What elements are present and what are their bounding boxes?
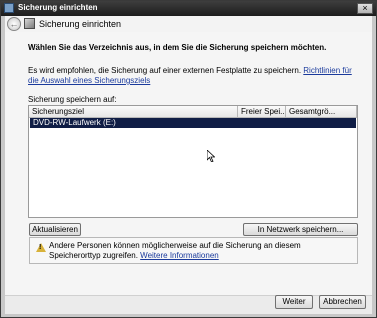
list-label: Sicherung speichern auf: bbox=[28, 95, 117, 104]
cancel-button[interactable]: Abbrechen bbox=[319, 295, 366, 309]
page-heading: Wählen Sie das Verzeichnis aus, in dem S… bbox=[28, 43, 327, 52]
close-button[interactable]: × bbox=[357, 3, 373, 14]
window-title: Sicherung einrichten bbox=[18, 3, 98, 12]
column-header-destination[interactable]: Sicherungsziel bbox=[29, 106, 238, 118]
mouse-cursor-icon bbox=[207, 150, 215, 162]
backup-icon bbox=[24, 18, 35, 29]
app-icon bbox=[4, 3, 14, 13]
wizard-footer bbox=[5, 295, 372, 314]
wizard-window: Sicherung einrichten × ← Sicherung einri… bbox=[0, 0, 377, 318]
intro-text: Es wird empfohlen, die Sicherung auf ein… bbox=[28, 66, 302, 75]
warning-box: ! Andere Personen können möglicherweise … bbox=[29, 237, 358, 264]
destination-list[interactable]: Sicherungsziel Freier Spei... Gesamtgrö.… bbox=[28, 105, 358, 218]
warning-paragraph: Andere Personen können möglicherweise au… bbox=[49, 241, 349, 261]
more-info-link[interactable]: Weitere Informationen bbox=[140, 251, 219, 260]
wizard-title: Sicherung einrichten bbox=[39, 19, 122, 29]
column-header-total-size[interactable]: Gesamtgrö... bbox=[286, 106, 357, 118]
back-arrow-icon[interactable]: ← bbox=[7, 17, 21, 31]
title-bar: Sicherung einrichten × bbox=[1, 1, 376, 16]
wizard-client: ← Sicherung einrichten Wählen Sie das Ve… bbox=[5, 16, 372, 314]
next-button[interactable]: Weiter bbox=[275, 295, 313, 309]
column-header-free-space[interactable]: Freier Spei... bbox=[238, 106, 286, 118]
list-row-dvd-drive[interactable]: DVD-RW-Laufwerk (E:) bbox=[30, 118, 356, 128]
save-on-network-button[interactable]: In Netzwerk speichern... bbox=[243, 223, 358, 236]
wizard-header: ← Sicherung einrichten bbox=[5, 16, 372, 32]
refresh-button[interactable]: Aktualisieren bbox=[29, 223, 81, 236]
intro-paragraph: Es wird empfohlen, die Sicherung auf ein… bbox=[28, 66, 356, 86]
